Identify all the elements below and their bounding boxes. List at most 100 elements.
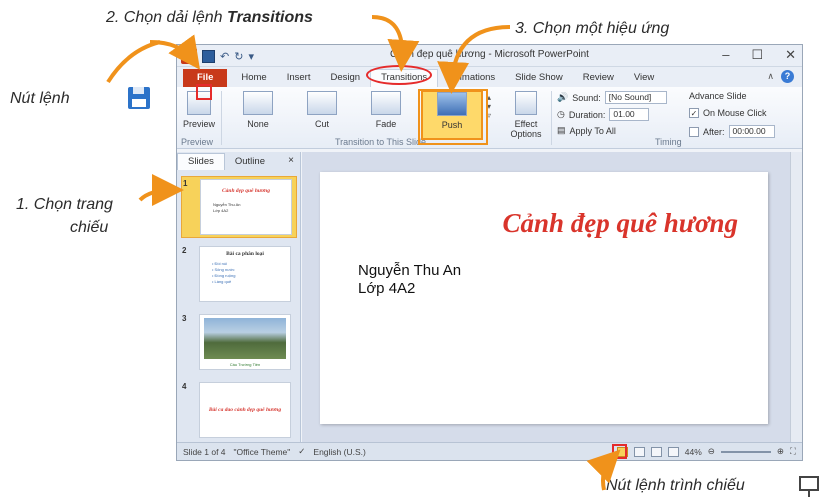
effect-options-icon [515, 91, 537, 115]
save-highlight [196, 84, 212, 100]
zoom-slider[interactable] [720, 450, 771, 453]
window-controls: – ☐ ✕ [722, 47, 796, 63]
annotation-step-2: 2. Chọn dải lệnh Transitions [106, 9, 313, 27]
slide-number: 4 [182, 382, 187, 391]
current-slide[interactable]: Cảnh đẹp quê hương Nguyễn Thu An Lớp 4A2 [320, 172, 768, 424]
tab-insert[interactable]: Insert [277, 72, 321, 87]
pane-tabs: Slides Outline × [177, 152, 300, 170]
tab-home[interactable]: Home [231, 72, 276, 87]
help-icon[interactable]: ? [781, 70, 794, 83]
minimize-button[interactable]: – [722, 47, 729, 63]
none-transition-icon [243, 91, 273, 115]
close-button[interactable]: ✕ [785, 47, 796, 63]
close-pane-icon[interactable]: × [288, 155, 294, 166]
tab-slides[interactable]: Slides [177, 153, 225, 170]
slide-sorter-view-button[interactable] [633, 446, 645, 457]
fade-transition-icon [371, 91, 401, 115]
transition-none-label: None [247, 119, 269, 129]
thumb-title: Bài ca dao cảnh đẹp quê hương [208, 407, 282, 413]
slide-count: Slide 1 of 4 [183, 446, 226, 457]
thumb-line: • Làng quê [212, 279, 232, 284]
duration-input[interactable]: 01.00 [609, 108, 650, 121]
arrow-from-save-label [106, 40, 161, 84]
thumb-line: Nguyễn Thu An [213, 202, 241, 207]
after-checkbox[interactable] [689, 126, 699, 137]
apply-all-icon: ▤ [557, 125, 566, 135]
advance-slide-label: Advance Slide [689, 91, 747, 101]
language[interactable]: English (U.S.) [313, 447, 365, 457]
slide-author[interactable]: Nguyễn Thu An [358, 262, 461, 279]
annotation-save-button: Nút lệnh [10, 90, 70, 107]
bridge-photo [204, 318, 286, 359]
after-row: After: 00:00.00 [689, 125, 775, 138]
slide-show-view-button[interactable] [667, 446, 679, 457]
zoom-out-icon[interactable]: ⊖ [708, 446, 715, 457]
minimize-ribbon-icon[interactable]: ∧ [767, 71, 774, 82]
annotation-slideshow-button: Nút lệnh trình chiếu [606, 477, 745, 494]
annotation-step-1-line1: 1. Chọn trang [16, 196, 113, 213]
thumb-caption: Cầu Trường Tiền [229, 362, 261, 367]
duration-label: Duration: [568, 109, 606, 120]
tab-view[interactable]: View [624, 72, 664, 87]
reading-view-button[interactable] [650, 446, 662, 457]
thumb-title: Bài ca phân loại [226, 251, 264, 257]
powerpoint-window: P ↶ ↻ ▾ Cảnh đẹp quê hương - Microsoft P… [176, 44, 803, 461]
slideshow-highlight [612, 444, 627, 459]
floppy-disk-icon [128, 87, 150, 109]
tab-review[interactable]: Review [573, 72, 624, 87]
on-mouse-click-row: ✓ On Mouse Click [689, 108, 767, 118]
slide-preview: Bài ca dao cảnh đẹp quê hương [199, 382, 291, 438]
apply-to-all-button[interactable]: Apply To All [570, 126, 616, 136]
projector-icon [799, 476, 819, 497]
slide-preview: Cảnh đẹp quê hương Nguyễn Thu An Lớp 4A2 [200, 179, 292, 235]
tab-design[interactable]: Design [320, 72, 370, 87]
transition-fade-label: Fade [375, 119, 397, 129]
maximize-button[interactable]: ☐ [751, 47, 763, 63]
tab-animations[interactable]: Animations [438, 72, 505, 87]
effect-options-label: Effect Options [510, 119, 542, 139]
transition-none[interactable]: None [235, 91, 281, 139]
thumb-line: • Sông nước [212, 267, 235, 272]
slide-thumbnail-2[interactable]: 2 Bài ca phân loại • Đồi núi • Sông nước… [181, 244, 297, 306]
thumb-line: • Đồng ruộng [212, 273, 236, 278]
sound-select[interactable]: [No Sound] [604, 91, 667, 104]
transition-group-label: Transition to This Slide [335, 137, 427, 147]
slide-thumbnail-1[interactable]: 1 Cảnh đẹp quê hương Nguyễn Thu An Lớp 4… [181, 176, 297, 238]
sound-row: 🔊 Sound: [No Sound] [557, 91, 667, 104]
advance-slide-row: Advance Slide [689, 91, 747, 101]
on-mouse-click-checkbox[interactable]: ✓ [689, 108, 699, 118]
theme-name: "Office Theme" [233, 446, 291, 457]
duration-icon: ◷ [557, 109, 565, 119]
thumb-line: • Đồi núi [212, 261, 227, 266]
duration-row: ◷ Duration: 01.00 [557, 108, 650, 121]
slide-number: 3 [182, 314, 187, 323]
zoom-level[interactable]: 44% [685, 447, 702, 457]
transition-fade[interactable]: Fade [363, 91, 409, 139]
thumb-title: Cảnh đẹp quê hương [222, 188, 270, 194]
slide-thumbnail-3[interactable]: 3 Cầu Trường Tiền [181, 312, 297, 374]
slide-title[interactable]: Cảnh đẹp quê hương [503, 208, 738, 239]
tab-outline[interactable]: Outline [225, 156, 275, 170]
zoom-in-icon[interactable]: ⊕ [777, 446, 784, 457]
slide-thumbnail-4[interactable]: 4 Bài ca dao cảnh đẹp quê hương [181, 380, 297, 442]
thumb-line: Lớp 4A2 [213, 208, 229, 213]
view-controls: 44% ⊖ ⊕ ⛶ [616, 446, 796, 457]
effect-options-button[interactable]: Effect Options [505, 91, 547, 139]
annotation-step-3: 3. Chọn một hiệu ứng [515, 20, 670, 37]
after-input[interactable]: 00:00.00 [728, 125, 775, 138]
step-2-text: 2. Chọn dải lệnh [106, 9, 227, 26]
fit-slide-icon[interactable]: ⛶ [790, 446, 796, 457]
cut-transition-icon [307, 91, 337, 115]
vertical-scrollbar[interactable] [790, 152, 802, 444]
tab-slide-show[interactable]: Slide Show [505, 72, 573, 87]
window-title: Cảnh đẹp quê hương - Microsoft PowerPoin… [390, 49, 589, 60]
on-mouse-click-label: On Mouse Click [703, 108, 767, 118]
arrow-to-slide-1 [138, 174, 184, 207]
spelling-check-icon[interactable]: ✓ [298, 446, 305, 457]
status-bar: Slide 1 of 4 "Office Theme" ✓ English (U… [177, 442, 802, 460]
slide-class[interactable]: Lớp 4A2 [358, 280, 415, 297]
transition-cut[interactable]: Cut [299, 91, 345, 139]
preview-group-label: Preview [181, 137, 214, 147]
push-highlight [418, 89, 488, 145]
preview-label: Preview [182, 119, 215, 129]
